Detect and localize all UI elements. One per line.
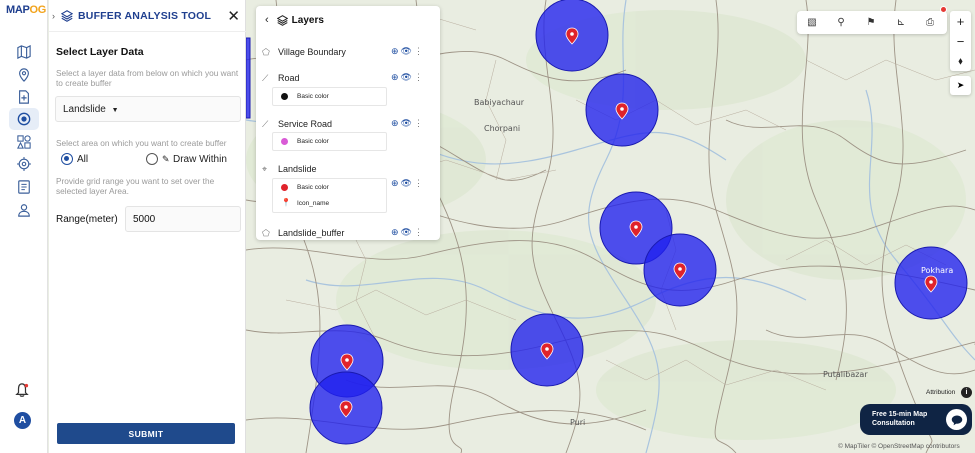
more-icon[interactable]: ⋮ [414, 178, 425, 188]
style-box[interactable]: Basic color [272, 132, 387, 151]
caret-down-icon: ▼ [111, 107, 119, 114]
grid-hint: Provide grid range you want to set over … [56, 176, 215, 196]
color-swatch [281, 138, 288, 145]
left-icon-rail: MAPOG A [0, 0, 48, 453]
range-input[interactable]: 5000 [125, 206, 241, 232]
panel-header: › BUFFER ANALYSIS TOOL ✕ [49, 0, 246, 32]
style-box[interactable]: Basic color 📍 Icon_name [272, 178, 387, 213]
map-toolbar: ▧ ⚲ ⚑ ⊾ ⎙ [797, 11, 947, 34]
polygon-icon: ⬠ [262, 228, 270, 238]
layer-name: Service Road [278, 119, 333, 129]
color-swatch [281, 93, 288, 100]
layers-panel: ‹ Layers ⬠ Village Boundary ⊕👁⋮ ⟋ Road ⊕… [256, 6, 440, 240]
style-label: Basic color [297, 184, 329, 191]
notification-dot [940, 6, 947, 13]
chat-icon [946, 409, 967, 430]
zoom-to-layer-icon[interactable]: ⊕ [391, 178, 401, 188]
zoom-out-button[interactable]: − [950, 31, 971, 51]
map-icon[interactable] [11, 42, 37, 62]
layer-name: Landslide_buffer [278, 228, 345, 238]
submit-button[interactable]: SUBMIT [57, 423, 235, 444]
avatar[interactable]: A [14, 412, 31, 429]
layers-title: Layers [291, 14, 324, 26]
layer-name: Road [278, 73, 300, 83]
shapes-icon[interactable] [11, 132, 37, 152]
user-location-icon[interactable]: ⚑ [864, 16, 878, 29]
style-label: Basic color [297, 138, 329, 145]
layer-select-value: Landslide [63, 104, 106, 115]
close-icon[interactable]: ✕ [227, 7, 240, 25]
zoom-to-layer-icon[interactable]: ⊕ [391, 227, 401, 237]
more-icon[interactable]: ⋮ [414, 46, 425, 56]
place-label: Chorpani [484, 124, 521, 133]
navigate-icon[interactable]: ➤ [950, 76, 971, 95]
more-icon[interactable]: ⋮ [414, 118, 425, 128]
chevron-left-icon[interactable]: ‹ [265, 14, 269, 26]
basemap-icon[interactable]: ▧ [805, 16, 819, 29]
polygon-icon: ⬠ [262, 47, 270, 57]
zoom-controls: + − ⬧ [950, 11, 971, 71]
print-icon[interactable]: ⎙ [923, 16, 937, 29]
buffer-tool-icon[interactable] [9, 108, 39, 130]
place-label: Pokhara [921, 266, 954, 275]
info-icon[interactable]: i [961, 387, 972, 398]
range-label: Range(meter) [56, 214, 118, 225]
eye-icon[interactable]: 👁 [401, 118, 414, 128]
eye-icon[interactable]: 👁 [401, 178, 414, 188]
report-icon[interactable] [11, 177, 37, 197]
search-icon[interactable]: ⚲ [834, 16, 848, 29]
layer-name: Landslide [278, 164, 317, 174]
location-pin-icon: ⌖ [262, 164, 268, 174]
style-label: Icon_name [297, 200, 330, 207]
more-icon[interactable]: ⋮ [414, 72, 425, 82]
area-hint: Select area on which you want to create … [56, 138, 227, 148]
panel-title: BUFFER ANALYSIS TOOL [78, 9, 212, 22]
mapog-logo: MAPOG [6, 4, 47, 16]
place-label: Puri [570, 418, 586, 427]
zoom-to-layer-icon[interactable]: ⊕ [391, 46, 401, 56]
layers-icon [61, 9, 73, 22]
add-file-icon[interactable] [11, 87, 37, 107]
place-label: Putalibazar [823, 370, 868, 379]
style-box[interactable]: Basic color [272, 87, 387, 106]
target-icon[interactable] [11, 154, 37, 174]
chevron-right-icon[interactable]: › [52, 11, 55, 21]
eye-icon[interactable]: 👁 [401, 227, 414, 237]
section-title: Select Layer Data [56, 46, 144, 58]
zoom-to-layer-icon[interactable]: ⊕ [391, 72, 401, 82]
buffer-analysis-panel: › BUFFER ANALYSIS TOOL ✕ Select Layer Da… [49, 0, 246, 453]
eye-icon[interactable]: 👁 [401, 72, 414, 82]
location-pin-icon[interactable] [11, 65, 37, 85]
layer-name: Village Boundary [278, 47, 346, 57]
measure-icon[interactable]: ⊾ [894, 16, 908, 29]
zoom-in-button[interactable]: + [950, 11, 971, 31]
consultation-button[interactable]: Free 15-min Map Consultation [860, 404, 972, 435]
color-swatch [281, 184, 288, 191]
layers-header: ‹ Layers [256, 6, 440, 34]
line-icon: ⟋ [262, 119, 269, 129]
place-label: Babiyachaur [474, 98, 525, 107]
radio-draw-within[interactable] [146, 153, 158, 165]
layer-hint: Select a layer data from below on which … [56, 68, 239, 88]
layer-select[interactable]: Landslide ▼ [55, 96, 241, 122]
radio-draw-within-label: Draw Within [173, 154, 227, 165]
map-pin-icon: 📍 [281, 198, 291, 207]
compass-icon[interactable]: ⬧ [950, 51, 971, 71]
eye-icon[interactable]: 👁 [401, 46, 414, 56]
layers-icon [276, 14, 288, 26]
notification-bell-icon[interactable] [15, 383, 29, 402]
radio-all-label: All [77, 154, 89, 165]
person-pin-icon[interactable] [11, 200, 37, 220]
style-label: Basic color [297, 93, 329, 100]
line-icon: ⟋ [262, 73, 269, 83]
radio-all[interactable] [61, 153, 73, 165]
pencil-icon: ✎ [162, 154, 170, 164]
more-icon[interactable]: ⋮ [414, 227, 425, 237]
zoom-to-layer-icon[interactable]: ⊕ [391, 118, 401, 128]
map-copyright: © MapTiler © OpenStreetMap contributors [838, 443, 960, 450]
attribution-label: Attribution [926, 389, 956, 396]
